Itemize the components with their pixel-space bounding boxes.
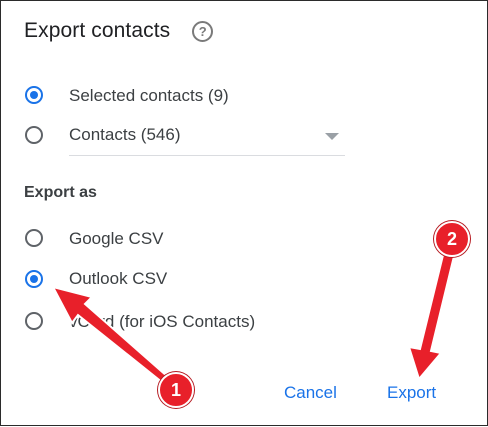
export-contacts-dialog: Export contacts ? Selected contacts (9) … (0, 0, 488, 426)
arrow-1 (51, 285, 176, 394)
annotation-arrows (51, 245, 458, 394)
step-1-badge: 1 (158, 372, 194, 408)
arrow-2 (407, 245, 458, 382)
step-2-badge: 2 (434, 221, 470, 257)
